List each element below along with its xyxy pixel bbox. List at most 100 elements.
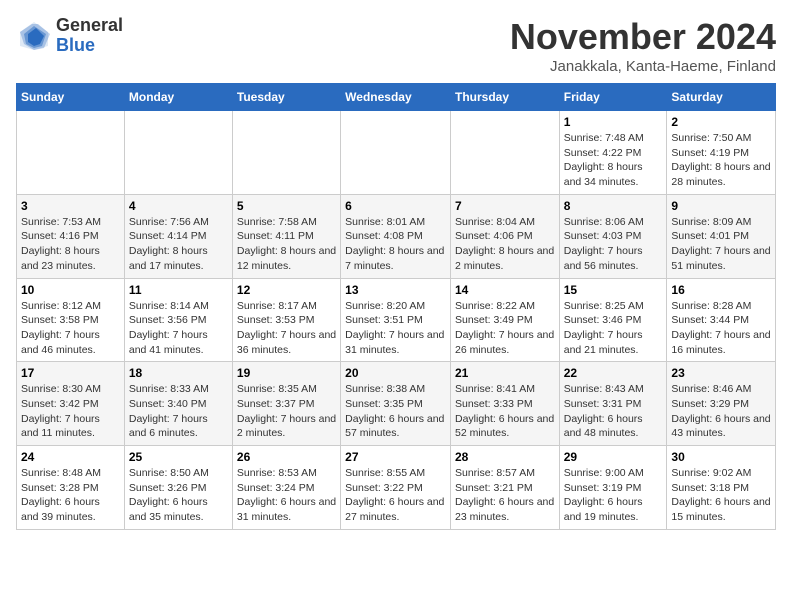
calendar-week-row: 10Sunrise: 8:12 AMSunset: 3:58 PMDayligh…: [17, 278, 776, 362]
day-info: Sunrise: 8:28 AMSunset: 3:44 PMDaylight:…: [671, 299, 771, 358]
calendar-day-cell: 17 Sunrise: 8:30 AMSunset: 3:42 PMDayligh…: [17, 362, 125, 446]
calendar-day-cell: 15 Sunrise: 8:25 AMSunset: 3:46 PMDayligh…: [559, 278, 667, 362]
day-info: Sunrise: 8:20 AMSunset: 3:51 PMDaylight:…: [345, 299, 446, 358]
weekday-header-cell: Monday: [124, 84, 232, 111]
calendar-day-cell: 30 Sunrise: 9:02 AMSunset: 3:18 PMDayligh…: [667, 446, 776, 530]
calendar-day-cell: 4 Sunrise: 7:56 AMSunset: 4:14 PMDaylight…: [124, 194, 232, 278]
calendar-day-cell: 1 Sunrise: 7:48 AMSunset: 4:22 PMDaylight…: [559, 111, 667, 195]
day-info: Sunrise: 8:41 AMSunset: 3:33 PMDaylight:…: [455, 382, 555, 441]
day-number: 15: [564, 283, 663, 297]
day-info: Sunrise: 8:30 AMSunset: 3:42 PMDaylight:…: [21, 382, 120, 441]
day-number: 30: [671, 450, 771, 464]
calendar-day-cell: 14Sunrise: 8:22 AMSunset: 3:49 PMDayligh…: [450, 278, 559, 362]
calendar-day-cell: 23Sunrise: 8:46 AMSunset: 3:29 PMDayligh…: [667, 362, 776, 446]
day-number: 29: [564, 450, 663, 464]
day-number: 2: [671, 115, 771, 129]
calendar-day-cell: 3 Sunrise: 7:53 AMSunset: 4:16 PMDaylight…: [17, 194, 125, 278]
location-title: Janakkala, Kanta-Haeme, Finland: [510, 58, 776, 75]
calendar-week-row: 1 Sunrise: 7:48 AMSunset: 4:22 PMDaylight…: [17, 111, 776, 195]
calendar-day-cell: 5 Sunrise: 7:58 AMSunset: 4:11 PMDaylight…: [232, 194, 340, 278]
day-number: 7: [455, 199, 555, 213]
month-title: November 2024: [510, 16, 776, 58]
day-info: Sunrise: 8:33 AMSunset: 3:40 PMDaylight:…: [129, 382, 228, 441]
day-info: Sunrise: 8:48 AMSunset: 3:28 PMDaylight:…: [21, 466, 120, 525]
day-info: Sunrise: 7:48 AMSunset: 4:22 PMDaylight:…: [564, 131, 663, 190]
calendar-day-cell: [232, 111, 340, 195]
day-number: 17: [21, 366, 120, 380]
day-number: 1: [564, 115, 663, 129]
day-number: 24: [21, 450, 120, 464]
day-number: 13: [345, 283, 446, 297]
calendar-day-cell: 18 Sunrise: 8:33 AMSunset: 3:40 PMDayligh…: [124, 362, 232, 446]
calendar: SundayMondayTuesdayWednesdayThursdayFrid…: [16, 83, 776, 530]
day-info: Sunrise: 8:17 AMSunset: 3:53 PMDaylight:…: [237, 299, 336, 358]
day-number: 9: [671, 199, 771, 213]
calendar-day-cell: 6Sunrise: 8:01 AMSunset: 4:08 PMDaylight…: [341, 194, 451, 278]
day-info: Sunrise: 8:14 AMSunset: 3:56 PMDaylight:…: [129, 299, 228, 358]
day-number: 19: [237, 366, 336, 380]
calendar-day-cell: 27Sunrise: 8:55 AMSunset: 3:22 PMDayligh…: [341, 446, 451, 530]
day-number: 14: [455, 283, 555, 297]
day-number: 28: [455, 450, 555, 464]
day-number: 22: [564, 366, 663, 380]
day-info: Sunrise: 7:50 AMSunset: 4:19 PMDaylight:…: [671, 131, 771, 190]
calendar-day-cell: 29 Sunrise: 9:00 AMSunset: 3:19 PMDayligh…: [559, 446, 667, 530]
day-number: 18: [129, 366, 228, 380]
day-info: Sunrise: 8:12 AMSunset: 3:58 PMDaylight:…: [21, 299, 120, 358]
calendar-week-row: 3 Sunrise: 7:53 AMSunset: 4:16 PMDaylight…: [17, 194, 776, 278]
day-number: 6: [345, 199, 446, 213]
day-info: Sunrise: 7:58 AMSunset: 4:11 PMDaylight:…: [237, 215, 336, 274]
calendar-day-cell: 12 Sunrise: 8:17 AMSunset: 3:53 PMDayligh…: [232, 278, 340, 362]
day-number: 11: [129, 283, 228, 297]
calendar-day-cell: 25Sunrise: 8:50 AMSunset: 3:26 PMDayligh…: [124, 446, 232, 530]
calendar-day-cell: 13 Sunrise: 8:20 AMSunset: 3:51 PMDayligh…: [341, 278, 451, 362]
day-number: 4: [129, 199, 228, 213]
calendar-day-cell: [17, 111, 125, 195]
day-number: 20: [345, 366, 446, 380]
calendar-day-cell: 22 Sunrise: 8:43 AMSunset: 3:31 PMDayligh…: [559, 362, 667, 446]
weekday-header-cell: Friday: [559, 84, 667, 111]
day-number: 12: [237, 283, 336, 297]
weekday-header: SundayMondayTuesdayWednesdayThursdayFrid…: [17, 84, 776, 111]
day-number: 3: [21, 199, 120, 213]
calendar-week-row: 17 Sunrise: 8:30 AMSunset: 3:42 PMDayligh…: [17, 362, 776, 446]
day-info: Sunrise: 8:35 AMSunset: 3:37 PMDaylight:…: [237, 382, 336, 441]
weekday-header-cell: Wednesday: [341, 84, 451, 111]
weekday-header-cell: Sunday: [17, 84, 125, 111]
calendar-day-cell: 28 Sunrise: 8:57 AMSunset: 3:21 PMDayligh…: [450, 446, 559, 530]
calendar-day-cell: 8 Sunrise: 8:06 AMSunset: 4:03 PMDaylight…: [559, 194, 667, 278]
day-number: 5: [237, 199, 336, 213]
day-info: Sunrise: 8:53 AMSunset: 3:24 PMDaylight:…: [237, 466, 336, 525]
calendar-day-cell: 16Sunrise: 8:28 AMSunset: 3:44 PMDayligh…: [667, 278, 776, 362]
day-info: Sunrise: 7:53 AMSunset: 4:16 PMDaylight:…: [21, 215, 120, 274]
day-info: Sunrise: 9:02 AMSunset: 3:18 PMDaylight:…: [671, 466, 771, 525]
weekday-header-cell: Thursday: [450, 84, 559, 111]
calendar-day-cell: 20 Sunrise: 8:38 AMSunset: 3:35 PMDayligh…: [341, 362, 451, 446]
calendar-day-cell: 26 Sunrise: 8:53 AMSunset: 3:24 PMDayligh…: [232, 446, 340, 530]
weekday-header-cell: Saturday: [667, 84, 776, 111]
day-number: 26: [237, 450, 336, 464]
calendar-day-cell: 7Sunrise: 8:04 AMSunset: 4:06 PMDaylight…: [450, 194, 559, 278]
day-number: 8: [564, 199, 663, 213]
calendar-day-cell: 21 Sunrise: 8:41 AMSunset: 3:33 PMDayligh…: [450, 362, 559, 446]
day-number: 27: [345, 450, 446, 464]
logo: General Blue: [16, 16, 123, 56]
calendar-body: 1 Sunrise: 7:48 AMSunset: 4:22 PMDaylight…: [17, 111, 776, 530]
header: General Blue November 2024 Janakkala, Ka…: [16, 16, 776, 75]
day-number: 21: [455, 366, 555, 380]
logo-blue: Blue: [56, 36, 123, 56]
day-number: 25: [129, 450, 228, 464]
day-info: Sunrise: 8:06 AMSunset: 4:03 PMDaylight:…: [564, 215, 663, 274]
day-info: Sunrise: 8:43 AMSunset: 3:31 PMDaylight:…: [564, 382, 663, 441]
calendar-day-cell: 19 Sunrise: 8:35 AMSunset: 3:37 PMDayligh…: [232, 362, 340, 446]
day-number: 23: [671, 366, 771, 380]
day-info: Sunrise: 8:38 AMSunset: 3:35 PMDaylight:…: [345, 382, 446, 441]
day-info: Sunrise: 9:00 AMSunset: 3:19 PMDaylight:…: [564, 466, 663, 525]
logo-general: General: [56, 16, 123, 36]
logo-text: General Blue: [56, 16, 123, 56]
day-info: Sunrise: 8:25 AMSunset: 3:46 PMDaylight:…: [564, 299, 663, 358]
day-info: Sunrise: 8:57 AMSunset: 3:21 PMDaylight:…: [455, 466, 555, 525]
day-info: Sunrise: 7:56 AMSunset: 4:14 PMDaylight:…: [129, 215, 228, 274]
calendar-week-row: 24 Sunrise: 8:48 AMSunset: 3:28 PMDayligh…: [17, 446, 776, 530]
calendar-day-cell: 10Sunrise: 8:12 AMSunset: 3:58 PMDayligh…: [17, 278, 125, 362]
